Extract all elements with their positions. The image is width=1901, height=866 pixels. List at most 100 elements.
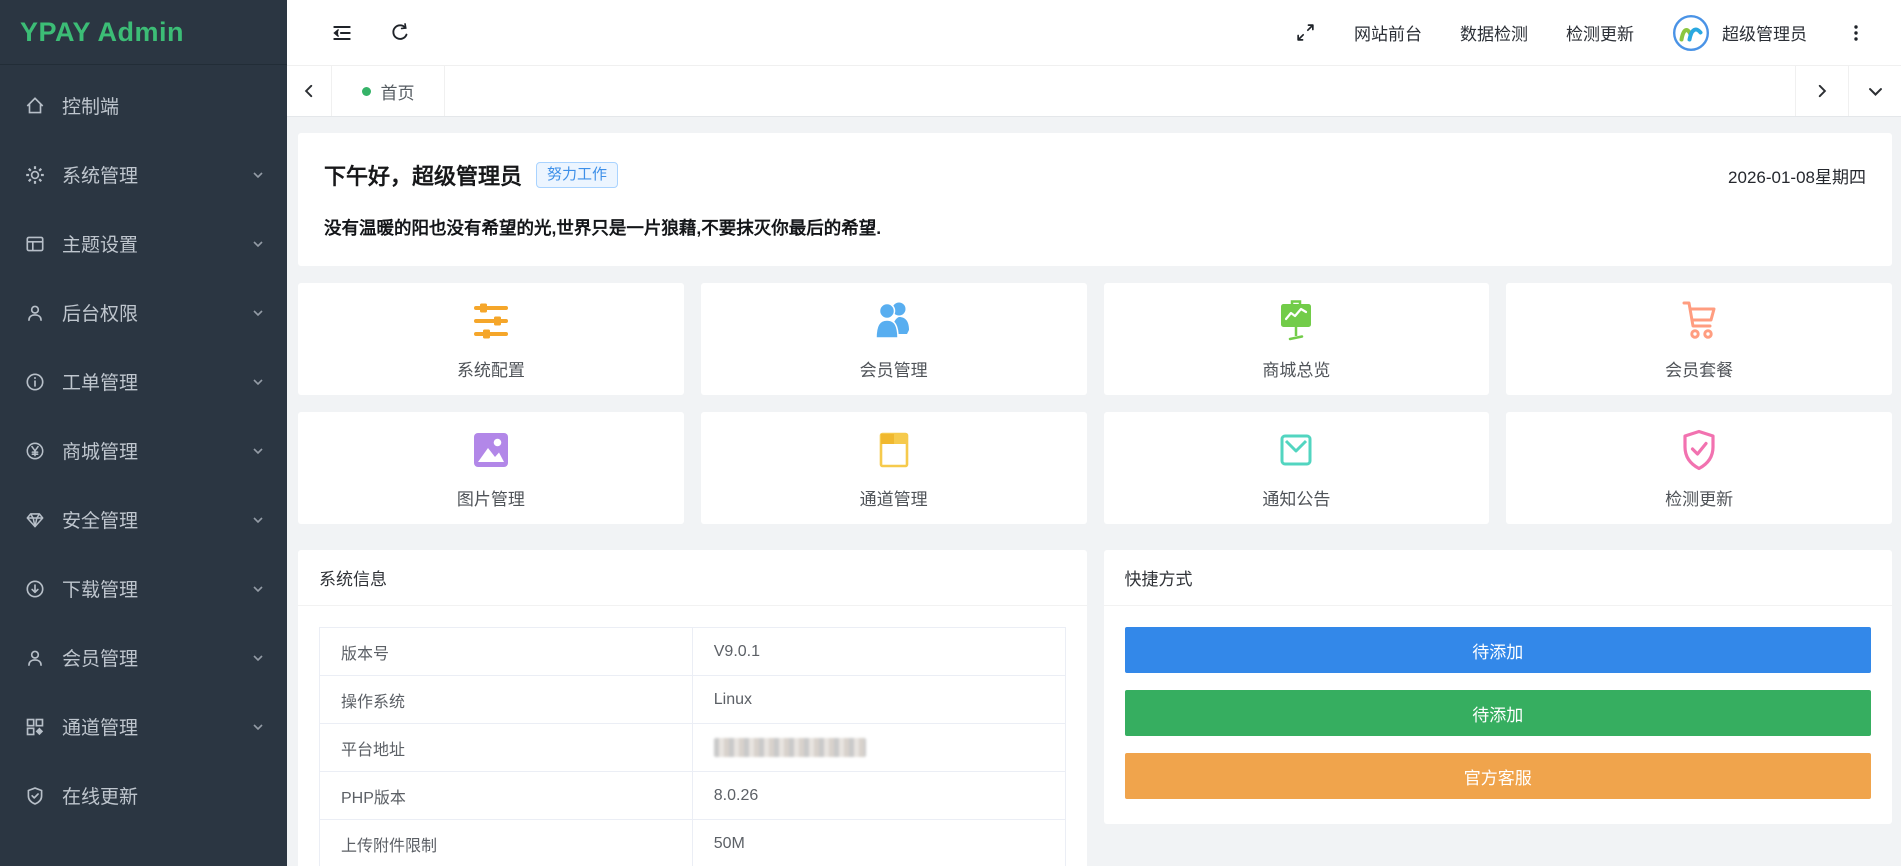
- sidebar-item-label: 主题设置: [62, 235, 139, 256]
- card-member-management[interactable]: 会员管理: [700, 283, 1087, 395]
- table-row: 操作系统 Linux: [319, 675, 1066, 724]
- card-label: 通道管理: [859, 489, 928, 509]
- info-label: 版本号: [319, 627, 693, 676]
- chevron-down-icon: [253, 723, 263, 730]
- info-label: 操作系统: [319, 675, 693, 724]
- info-value: V9.0.1: [691, 627, 1066, 676]
- table-row: 版本号 V9.0.1: [319, 627, 1066, 676]
- work-hard-badge: 努力工作: [536, 162, 619, 188]
- chevron-down-icon: [253, 447, 263, 454]
- card-label: 系统配置: [456, 360, 525, 380]
- card-mall-overview[interactable]: 商城总览: [1103, 283, 1490, 395]
- page-content: 下午好，超级管理员 努力工作 2026-01-08星期四 没有温暖的阳也没有希望…: [287, 117, 1901, 866]
- tabs-scroll-right-button[interactable]: [1795, 66, 1848, 116]
- topbar-left: [331, 22, 411, 44]
- info-value: 50M: [691, 819, 1066, 866]
- official-support-button[interactable]: 官方客服: [1124, 753, 1871, 799]
- sidebar-item-system[interactable]: 系统管理: [0, 140, 287, 209]
- avatar: [1673, 14, 1709, 51]
- shortcut-card-grid: 系统配置 会员管理 商城总览 会员套餐 图片管理 通道管理 通知公告 检测更新: [298, 283, 1892, 524]
- card-label: 会员套餐: [1665, 360, 1734, 380]
- table-row: 上传附件限制 50M: [319, 819, 1066, 866]
- chart-board-icon: [1273, 298, 1319, 344]
- info-label: PHP版本: [319, 771, 693, 820]
- gem-icon: [24, 509, 46, 531]
- quick-action-button-1[interactable]: 待添加: [1124, 627, 1871, 673]
- info-circle-icon: [24, 371, 46, 393]
- window-icon: [871, 427, 917, 473]
- card-notice[interactable]: 通知公告: [1103, 412, 1490, 524]
- sidebar-item-channel[interactable]: 通道管理: [0, 692, 287, 761]
- card-system-config[interactable]: 系统配置: [298, 283, 684, 395]
- daily-motto: 没有温暖的阳也没有希望的光,世界只是一片狼藉,不要抹灭你最后的希望.: [324, 218, 882, 238]
- sidebar-item-label: 下载管理: [62, 580, 139, 601]
- topbar-link-data-check[interactable]: 数据检测: [1460, 20, 1528, 45]
- sidebar-item-label: 在线更新: [62, 787, 139, 808]
- greeting-panel: 下午好，超级管理员 努力工作 2026-01-08星期四 没有温暖的阳也没有希望…: [298, 133, 1892, 266]
- envelope-icon: [1273, 427, 1319, 473]
- sidebar-item-label: 安全管理: [62, 511, 139, 532]
- sidebar-item-admin-permission[interactable]: 后台权限: [0, 278, 287, 347]
- topbar-right: 网站前台 数据检测 检测更新 超级管理员: [1294, 14, 1867, 52]
- sidebar-item-mall[interactable]: 商城管理: [0, 416, 287, 485]
- cart-icon: [1676, 298, 1722, 344]
- user-menu[interactable]: 超级管理员: [1672, 14, 1807, 52]
- topbar-link-check-update[interactable]: 检测更新: [1566, 20, 1634, 45]
- sidebar: YPAY Admin 控制端 系统管理 主题设置 后台权限 工单管理 商城管理 …: [0, 0, 287, 866]
- refresh-icon[interactable]: [389, 22, 411, 44]
- card-label: 检测更新: [1665, 489, 1734, 509]
- image-icon: [468, 427, 514, 473]
- tab-home-label: 首页: [380, 83, 415, 103]
- info-value: 8.0.26: [691, 771, 1066, 820]
- blocks-icon: [24, 716, 46, 738]
- sidebar-item-label: 商城管理: [62, 442, 139, 463]
- sidebar-item-label: 系统管理: [62, 166, 139, 187]
- tabs-menu-button[interactable]: [1848, 66, 1901, 116]
- sidebar-item-security[interactable]: 安全管理: [0, 485, 287, 554]
- sidebar-item-online-update[interactable]: 在线更新: [0, 761, 287, 830]
- card-member-package[interactable]: 会员套餐: [1506, 283, 1892, 395]
- shield-check-icon: [1676, 427, 1722, 473]
- fullscreen-icon[interactable]: [1294, 22, 1316, 44]
- tab-home[interactable]: 首页: [332, 66, 445, 116]
- active-tab-dot: [361, 86, 371, 96]
- user-name: 超级管理员: [1722, 25, 1807, 44]
- topbar-link-frontend[interactable]: 网站前台: [1354, 20, 1422, 45]
- gear-icon: [24, 164, 46, 186]
- chevron-down-icon: [253, 654, 263, 661]
- tabbar-spacer: [445, 66, 1795, 116]
- collapse-menu-icon[interactable]: [331, 22, 353, 44]
- tabs-scroll-left-button[interactable]: [287, 66, 332, 116]
- home-icon: [24, 95, 46, 117]
- card-label: 通知公告: [1262, 489, 1331, 509]
- card-channel-management[interactable]: 通道管理: [700, 412, 1087, 524]
- chevron-down-icon: [253, 516, 263, 523]
- layout-icon: [24, 233, 46, 255]
- card-label: 会员管理: [859, 360, 928, 380]
- current-date: 2026-01-08星期四: [1728, 167, 1866, 187]
- sidebar-item-label: 通道管理: [62, 718, 139, 739]
- masked-platform-address: [713, 738, 866, 757]
- card-check-update[interactable]: 检测更新: [1506, 412, 1892, 524]
- system-info-table: 版本号 V9.0.1 操作系统 Linux 平台地址 PHP版本 8.0.26 …: [319, 627, 1066, 866]
- download-circle-icon: [24, 578, 46, 600]
- users-icon: [871, 298, 917, 344]
- more-vertical-icon[interactable]: [1845, 22, 1867, 44]
- sidebar-item-download[interactable]: 下载管理: [0, 554, 287, 623]
- info-label: 平台地址: [319, 723, 693, 772]
- sidebar-item-label: 工单管理: [62, 373, 139, 394]
- sidebar-item-label: 会员管理: [62, 649, 139, 670]
- sidebar-menu: 控制端 系统管理 主题设置 后台权限 工单管理 商城管理 安全管理 下载管理 会…: [0, 65, 287, 830]
- sidebar-item-ticket[interactable]: 工单管理: [0, 347, 287, 416]
- app-logo: YPAY Admin: [0, 0, 287, 65]
- main-area: 网站前台 数据检测 检测更新 超级管理员 首页 下午好，超级管理员 努力工作 2…: [287, 0, 1901, 866]
- info-value: Linux: [691, 675, 1066, 724]
- sidebar-item-theme[interactable]: 主题设置: [0, 209, 287, 278]
- card-image-management[interactable]: 图片管理: [298, 412, 684, 524]
- sidebar-item-member[interactable]: 会员管理: [0, 623, 287, 692]
- info-value-masked: [691, 723, 1066, 772]
- sliders-icon: [468, 298, 514, 344]
- app-root: YPAY Admin 控制端 系统管理 主题设置 后台权限 工单管理 商城管理 …: [0, 0, 1901, 866]
- sidebar-item-dashboard[interactable]: 控制端: [0, 71, 287, 140]
- quick-action-button-2[interactable]: 待添加: [1124, 690, 1871, 736]
